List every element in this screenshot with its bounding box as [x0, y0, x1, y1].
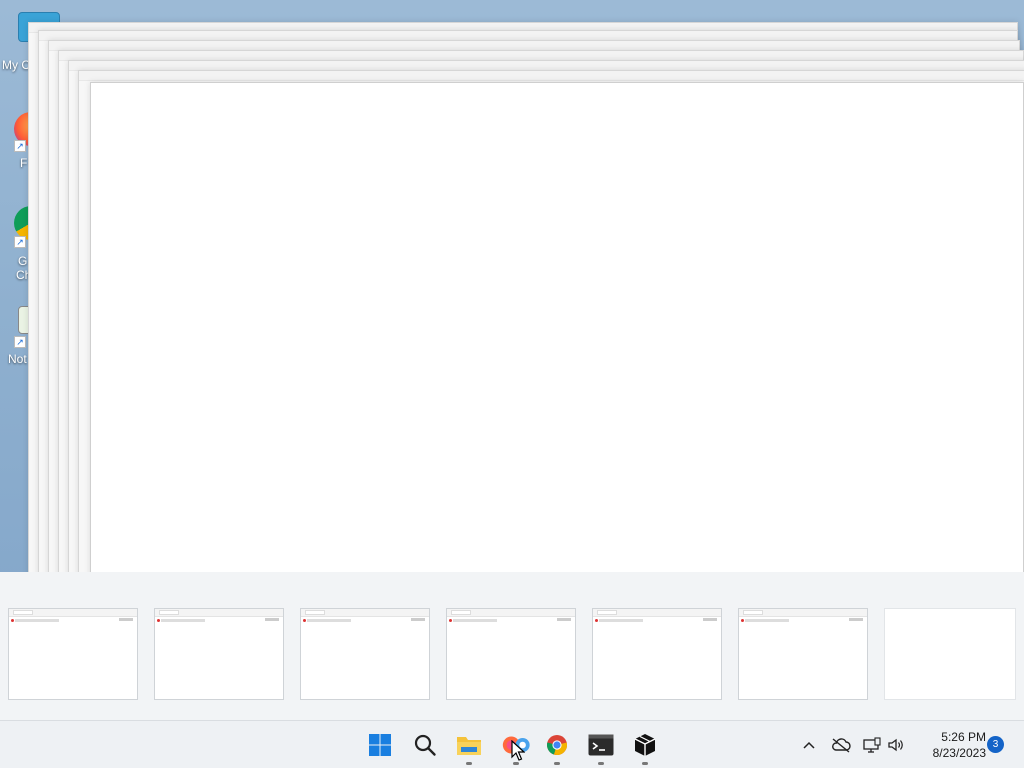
desktop-icon-label: G: [18, 254, 28, 268]
file-explorer-icon: [457, 737, 481, 755]
clock-time: 5:26 PM: [941, 730, 986, 744]
network-icon: [863, 737, 881, 753]
task-view-strip: [0, 572, 1024, 720]
mouse-cursor-icon: [511, 740, 525, 761]
running-indicator: [554, 762, 560, 765]
running-indicator: [466, 762, 472, 765]
package-button[interactable]: [629, 729, 661, 765]
shortcut-arrow-icon: ↗: [14, 140, 26, 152]
search-icon: [414, 734, 436, 756]
shortcut-arrow-icon: ↗: [14, 336, 26, 348]
network-button[interactable]: [861, 721, 883, 768]
chevron-up-icon: [803, 741, 815, 749]
window-thumbnail[interactable]: [300, 608, 430, 700]
window-thumbnail[interactable]: [446, 608, 576, 700]
running-indicator: [513, 762, 519, 765]
running-indicator: [598, 762, 604, 765]
window-thumbnail[interactable]: [592, 608, 722, 700]
clock-date: 8/23/2023: [932, 746, 986, 760]
chrome-icon: [546, 735, 568, 755]
desktop-icon-label: My C: [2, 58, 30, 72]
window-thumbnail[interactable]: [8, 608, 138, 700]
start-icon: [369, 734, 391, 756]
volume-button[interactable]: [885, 721, 907, 768]
onedrive-button[interactable]: [829, 721, 853, 768]
search-button[interactable]: [409, 729, 441, 761]
clock[interactable]: 5:26 PM 8/23/2023: [912, 729, 986, 761]
chrome-button[interactable]: [541, 729, 573, 765]
terminal-button[interactable]: [585, 729, 617, 765]
show-hidden-icons-button[interactable]: [799, 721, 819, 768]
window-thumbnail[interactable]: [738, 608, 868, 700]
package-icon: [634, 734, 656, 756]
desktop-icon-label: Not: [8, 352, 27, 366]
start-button[interactable]: [364, 729, 396, 761]
running-indicator: [642, 762, 648, 765]
speaker-icon: [888, 738, 903, 752]
window-thumbnail[interactable]: [154, 608, 284, 700]
shortcut-arrow-icon: ↗: [14, 236, 26, 248]
window-thumbnail[interactable]: [884, 608, 1016, 700]
desktop-icon-label: F: [20, 156, 28, 170]
file-explorer-button[interactable]: [453, 729, 485, 765]
terminal-icon: [588, 734, 614, 756]
cloud-offline-icon: [832, 738, 851, 753]
notification-badge[interactable]: 3: [987, 736, 1004, 753]
